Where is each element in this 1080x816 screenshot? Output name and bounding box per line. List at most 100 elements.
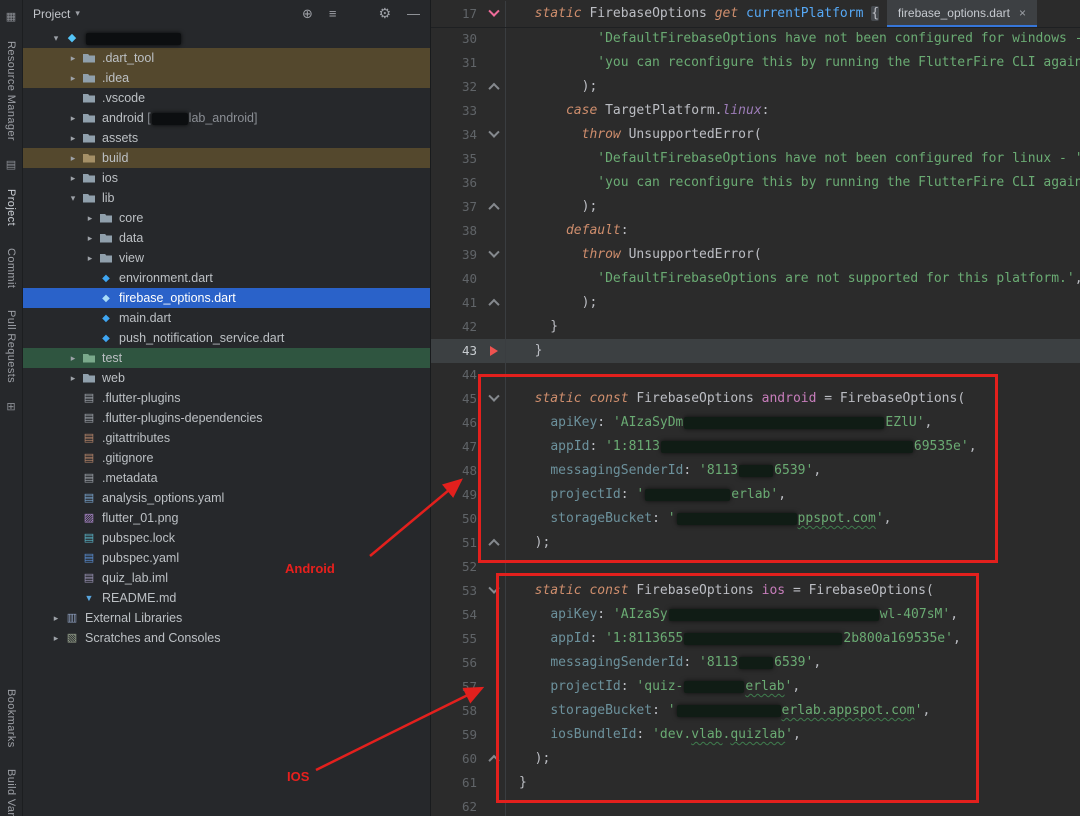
fold-expand-icon[interactable] [483, 579, 506, 603]
code-line[interactable]: 39 throw UnsupportedError( [431, 243, 1080, 267]
line-number[interactable]: 43 [431, 339, 483, 363]
line-number[interactable]: 32 [431, 75, 483, 99]
chevron-right-icon[interactable]: ▸ [66, 53, 80, 64]
close-icon[interactable]: × [1019, 6, 1026, 20]
stripe-button-project[interactable]: Project [5, 189, 17, 226]
chevron-right-icon[interactable]: ▸ [66, 73, 80, 84]
line-number[interactable]: 58 [431, 699, 483, 723]
code-text[interactable]: storageBucket: 'ppspot.com', [506, 507, 891, 531]
code-text[interactable] [506, 363, 519, 387]
code-text[interactable]: messagingSenderId: '81136539', [506, 459, 821, 483]
code-text[interactable]: appId: '1:811369535e', [506, 435, 977, 459]
chevron-right-icon[interactable]: ▸ [49, 633, 63, 644]
chevron-right-icon[interactable]: ▸ [83, 253, 97, 264]
editor-tab[interactable]: firebase_options.dart × [887, 0, 1037, 27]
code-line[interactable]: 43 } [431, 339, 1080, 363]
code-text[interactable]: 'you can reconfigure this by running the… [506, 51, 1080, 75]
code-text[interactable]: throw UnsupportedError( [506, 123, 762, 147]
folder-strip-icon[interactable]: ▤ [6, 159, 16, 171]
fold-expand-icon[interactable] [483, 123, 506, 147]
tree-row[interactable]: ▸.dart_tool [23, 48, 430, 68]
code-text[interactable]: throw UnsupportedError( [506, 243, 762, 267]
stripe-button-commit[interactable]: Commit [5, 248, 17, 288]
code-text[interactable]: ); [506, 75, 597, 99]
code-line[interactable]: 47 appId: '1:811369535e', [431, 435, 1080, 459]
tree-row[interactable]: .flutter-plugins-dependencies [23, 408, 430, 428]
hide-icon[interactable]: — [407, 7, 420, 20]
line-number[interactable]: 62 [431, 795, 483, 816]
code-line[interactable]: 55 appId: '1:81136552b800a169535e', [431, 627, 1080, 651]
code-line[interactable]: 32 ); [431, 75, 1080, 99]
tree-row[interactable]: ▸web [23, 368, 430, 388]
line-number[interactable]: 45 [431, 387, 483, 411]
tree-row[interactable]: .gitattributes [23, 428, 430, 448]
fold-expand-icon[interactable] [483, 387, 506, 411]
line-number[interactable]: 40 [431, 267, 483, 291]
code-line[interactable]: 50 storageBucket: 'ppspot.com', [431, 507, 1080, 531]
tree-row[interactable]: ▸assets [23, 128, 430, 148]
code-line[interactable]: 35 'DefaultFirebaseOptions have not been… [431, 147, 1080, 171]
code-text[interactable]: case TargetPlatform.linux: [506, 99, 769, 123]
line-number[interactable]: 34 [431, 123, 483, 147]
tree-row[interactable]: analysis_options.yaml [23, 488, 430, 508]
code-line[interactable]: 42 } [431, 315, 1080, 339]
line-number[interactable]: 61 [431, 771, 483, 795]
tree-row[interactable]: ▸android [lab_android] [23, 108, 430, 128]
code-line[interactable]: 52 [431, 555, 1080, 579]
line-number[interactable]: 60 [431, 747, 483, 771]
fold-collapse-icon[interactable] [483, 531, 506, 555]
line-number[interactable]: 35 [431, 147, 483, 171]
code-text[interactable]: storageBucket: 'erlab.appspot.com', [506, 699, 930, 723]
code-text[interactable]: default: [506, 219, 629, 243]
tree-row[interactable]: flutter_01.png [23, 508, 430, 528]
line-number[interactable]: 44 [431, 363, 483, 387]
grid-icon[interactable]: ▦ [6, 11, 16, 23]
code-line[interactable]: 49 projectId: 'erlab', [431, 483, 1080, 507]
code-text[interactable]: ); [506, 531, 550, 555]
line-number[interactable]: 36 [431, 171, 483, 195]
tree-row[interactable]: quiz_lab.iml [23, 568, 430, 588]
tree-row[interactable]: .metadata [23, 468, 430, 488]
tree-row[interactable]: environment.dart [23, 268, 430, 288]
line-number[interactable]: 51 [431, 531, 483, 555]
code-text[interactable]: 'you can reconfigure this by running the… [506, 171, 1080, 195]
line-number[interactable]: 54 [431, 603, 483, 627]
chevron-right-icon[interactable]: ▸ [66, 133, 80, 144]
line-number[interactable]: 59 [431, 723, 483, 747]
execution-marker-icon[interactable] [483, 339, 506, 363]
code-text[interactable]: } [506, 339, 542, 363]
code-text[interactable]: iosBundleId: 'dev.vlab.quizlab', [506, 723, 801, 747]
line-number[interactable]: 30 [431, 27, 483, 51]
code-line[interactable]: 44 [431, 363, 1080, 387]
code-line[interactable]: 58 storageBucket: 'erlab.appspot.com', [431, 699, 1080, 723]
code-line[interactable]: 62 [431, 795, 1080, 816]
tree-row[interactable]: main.dart [23, 308, 430, 328]
tree-row[interactable]: push_notification_service.dart [23, 328, 430, 348]
tree-row[interactable]: ▸build [23, 148, 430, 168]
code-line[interactable]: 41 ); [431, 291, 1080, 315]
code-text[interactable]: static const FirebaseOptions android = F… [506, 387, 965, 411]
code-line[interactable]: 53 static const FirebaseOptions ios = Fi… [431, 579, 1080, 603]
chevron-right-icon[interactable]: ▸ [83, 233, 97, 244]
code-line[interactable]: 48 messagingSenderId: '81136539', [431, 459, 1080, 483]
code-line[interactable]: 37 ); [431, 195, 1080, 219]
code-text[interactable]: ); [506, 747, 550, 771]
code-line[interactable]: 56 messagingSenderId: '81136539', [431, 651, 1080, 675]
fold-collapse-icon[interactable] [483, 291, 506, 315]
line-number[interactable]: 49 [431, 483, 483, 507]
code-line[interactable]: 54 apiKey: 'AIzaSywl-407sM', [431, 603, 1080, 627]
chevron-right-icon[interactable]: ▸ [83, 213, 97, 224]
line-number[interactable]: 41 [431, 291, 483, 315]
stripe-button-build-variants[interactable]: Build Variants [5, 769, 17, 816]
code-line[interactable]: 30 'DefaultFirebaseOptions have not been… [431, 27, 1080, 51]
chevron-right-icon[interactable]: ▸ [66, 173, 80, 184]
stripe-button-resource-manager[interactable]: Resource Manager [5, 41, 17, 141]
code-area[interactable]: 30 'DefaultFirebaseOptions have not been… [431, 27, 1080, 816]
line-number[interactable]: 52 [431, 555, 483, 579]
code-line[interactable]: 60 ); [431, 747, 1080, 771]
chevron-right-icon[interactable]: ▸ [66, 153, 80, 164]
code-text[interactable]: projectId: 'quiz-erlab', [506, 675, 800, 699]
tree-row[interactable]: README.md [23, 588, 430, 608]
code-text[interactable] [506, 555, 519, 579]
code-text[interactable]: appId: '1:81136552b800a169535e', [506, 627, 961, 651]
